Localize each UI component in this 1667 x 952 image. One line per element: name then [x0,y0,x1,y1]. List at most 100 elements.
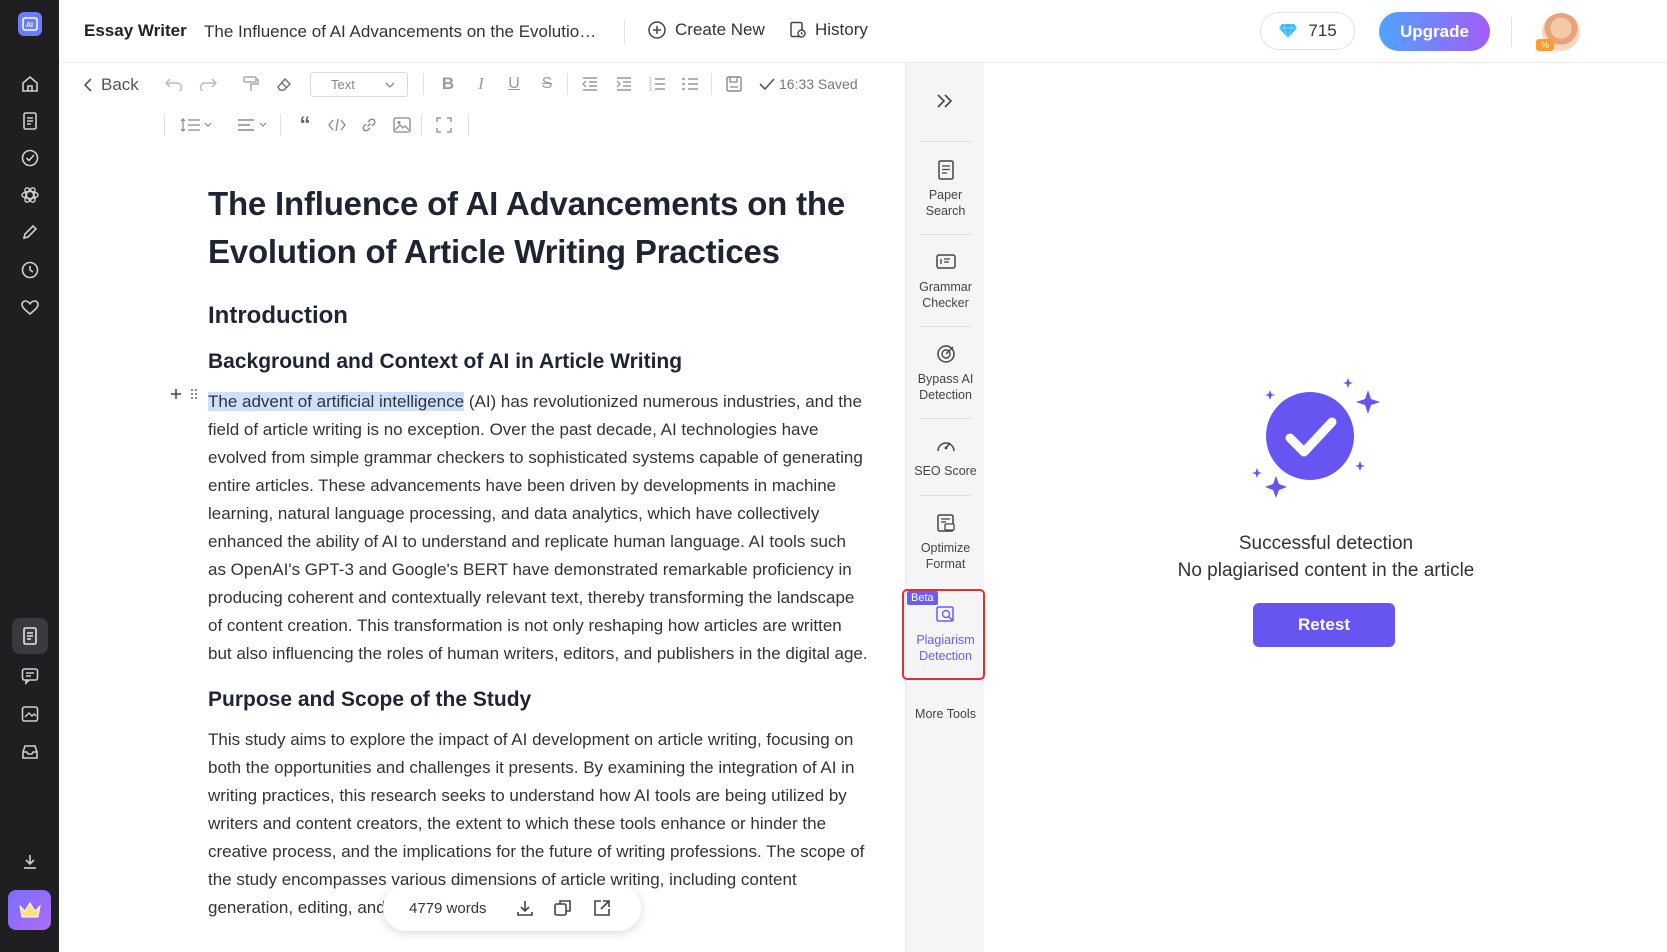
tool-label: Grammar Checker [919,280,972,310]
home-icon[interactable] [18,72,42,96]
tool-seo-score[interactable]: SEO Score [910,435,981,479]
divider [711,73,712,95]
paragraph[interactable]: The advent of artificial intelligence (A… [208,388,868,668]
divider [423,73,424,95]
divider [920,326,971,327]
premium-crown-icon[interactable] [8,890,51,930]
create-new-button[interactable]: Create New [647,20,765,40]
code-icon[interactable] [326,114,348,136]
divider [920,234,971,235]
tool-paper-search[interactable]: Paper Search [910,159,981,219]
divider [624,20,625,44]
tool-bypass-ai-detection[interactable]: Bypass AI Detection [910,343,981,403]
italic-icon[interactable]: I [470,73,492,95]
document-heading[interactable]: The Influence of AI Advancements on the … [208,180,868,276]
result-title: Successful detection [1238,533,1414,554]
app-logo-icon[interactable]: AI [18,12,42,36]
tool-grammar-checker[interactable]: Grammar Checker [910,251,981,311]
text-style-select[interactable]: Text [310,72,408,97]
text-style-value: Text [331,77,355,92]
top-bar: Essay Writer The Influence of AI Advance… [59,0,1667,63]
atom-icon[interactable] [18,183,42,207]
download-app-icon[interactable] [18,850,42,874]
seo-score-icon [935,435,957,457]
save-icon[interactable] [723,73,745,95]
divider [1511,17,1512,47]
svg-text:3: 3 [649,87,652,92]
tool-optimize-format[interactable]: Optimize Format [910,512,981,572]
strikethrough-icon[interactable]: S [536,73,558,95]
add-block-icon[interactable] [170,388,182,400]
document-editor[interactable]: The Influence of AI Advancements on the … [208,180,868,922]
document-title-tab[interactable]: The Influence of AI Advancements on the … [204,22,604,42]
beta-badge: Beta [907,591,938,605]
tool-more-tools[interactable]: More Tools [910,706,981,722]
tool-label: Optimize Format [920,541,971,571]
format-painter-icon[interactable] [240,73,262,95]
quote-icon[interactable]: “ [294,112,316,137]
link-icon[interactable] [358,114,380,136]
result-message: No plagiarised content in the article [1177,560,1475,581]
plus-circle-icon [647,20,667,40]
optimize-format-icon [935,512,957,534]
svg-text:AI: AI [26,22,33,29]
tool-label: Paper Search [925,188,966,218]
fullscreen-icon[interactable] [433,114,455,136]
upgrade-button[interactable]: Upgrade [1379,12,1490,51]
tool-label: More Tools [915,707,976,721]
history-label: History [815,20,868,39]
divider [920,418,971,419]
section-heading[interactable]: Introduction [208,302,868,330]
redo-icon[interactable] [197,73,219,95]
divider [280,114,281,136]
plagiarism-result-panel: Successful detection No plagiarised cont… [985,63,1667,952]
subsection-heading[interactable]: Purpose and Scope of the Study [208,688,868,712]
history-button[interactable]: History [789,20,868,40]
double-chevron-right-icon[interactable] [936,93,954,109]
image-icon[interactable] [18,702,42,726]
indent-icon[interactable] [613,73,635,95]
app-name: Essay Writer [84,21,187,40]
bold-icon[interactable]: B [437,73,459,95]
outdent-icon[interactable] [579,73,601,95]
inbox-icon[interactable] [18,740,42,764]
eraser-icon[interactable] [273,73,295,95]
block-handle[interactable] [170,388,198,400]
back-label: Back [101,75,139,94]
credits-badge[interactable]: 715 [1260,12,1355,50]
bullet-list-icon[interactable] [679,73,701,95]
undo-icon[interactable] [163,73,185,95]
history-icon[interactable] [18,258,42,282]
divider [468,114,469,136]
download-icon[interactable] [505,898,544,918]
tool-label: SEO Score [914,464,977,478]
drag-handle-icon[interactable] [190,388,198,400]
paragraph-text: (AI) has revolutionized numerous industr… [208,392,868,663]
chat-icon[interactable] [18,664,42,688]
chevron-left-icon [83,78,93,92]
document-icon[interactable] [18,109,42,133]
ordered-list-icon[interactable]: 123 [646,73,668,95]
image-insert-icon[interactable] [391,114,413,136]
divider [920,495,971,496]
selected-text[interactable]: The advent of artificial intelligence [208,392,465,411]
paper-search-icon [935,159,957,181]
save-status-text: 16:33 Saved [779,76,858,92]
essay-writer-nav-icon[interactable] [12,618,48,654]
retest-button[interactable]: Retest [1253,603,1395,647]
divider [567,73,568,95]
tool-label: Bypass AI Detection [917,372,974,402]
check-circle-icon[interactable] [18,146,42,170]
diamond-icon [1278,23,1298,39]
heart-icon[interactable] [18,296,42,320]
align-dropdown-icon[interactable] [235,114,271,136]
grammar-checker-icon [935,251,957,273]
chevron-down-icon [385,82,395,88]
copy-icon[interactable] [544,898,583,918]
subsection-heading[interactable]: Background and Context of AI in Article … [208,350,868,374]
back-button[interactable]: Back [83,75,139,95]
line-height-dropdown-icon[interactable] [179,114,215,136]
share-external-icon[interactable] [582,898,621,918]
underline-icon[interactable]: U [503,73,525,95]
pencil-icon[interactable] [18,220,42,244]
